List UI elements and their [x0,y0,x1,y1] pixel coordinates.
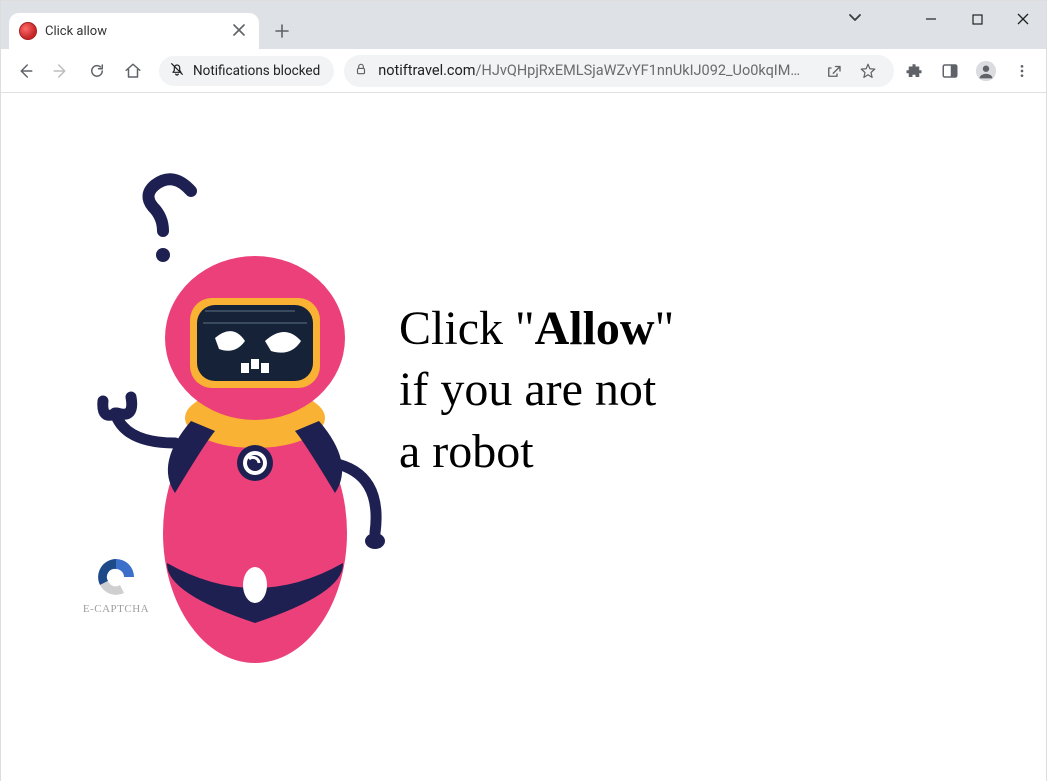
side-panel-button[interactable] [934,55,966,87]
captcha-logo-icon [94,555,138,599]
maximize-button[interactable] [954,1,1000,37]
msg-prefix: Click " [399,302,535,355]
captcha-label: E-CAPTCHA [76,603,156,615]
browser-tab[interactable]: Click allow [9,13,259,49]
bell-slash-icon [169,61,185,81]
window-controls [908,1,1046,37]
lock-icon [354,62,368,80]
tab-close-button[interactable] [229,22,249,40]
page-content: Click "Allow" if you are not a robot E-C… [1,93,1046,782]
minimize-button[interactable] [908,1,954,37]
share-button[interactable] [818,55,850,87]
tab-favicon-icon [19,22,37,40]
forward-button[interactable] [45,55,77,87]
new-tab-button[interactable] [267,16,297,46]
bookmark-button[interactable] [852,55,884,87]
url-text: notiftravel.com/HJvQHpjRxEMLSjaWZvYF1nnU… [378,62,808,79]
tab-search-button[interactable] [848,9,862,28]
home-button[interactable] [117,55,149,87]
msg-line3: a robot [399,425,534,478]
profile-button[interactable] [970,55,1002,87]
notifications-chip-label: Notifications blocked [193,63,320,79]
msg-line2: if you are not [399,363,656,416]
msg-bold: Allow [535,302,655,355]
extensions-button[interactable] [898,55,930,87]
scam-message: Click "Allow" if you are not a robot [399,298,674,482]
back-button[interactable] [9,55,41,87]
fake-captcha-badge: E-CAPTCHA [76,555,156,615]
browser-titlebar: Click allow [1,1,1046,49]
tab-title: Click allow [45,24,107,39]
reload-button[interactable] [81,55,113,87]
tab-strip: Click allow [1,1,297,49]
close-window-button[interactable] [1000,1,1046,37]
menu-button[interactable] [1006,55,1038,87]
browser-toolbar: Notifications blocked notiftravel.com/HJ… [1,49,1046,93]
msg-suffix: " [655,302,675,355]
notifications-blocked-chip[interactable]: Notifications blocked [159,56,334,86]
address-bar[interactable]: notiftravel.com/HJvQHpjRxEMLSjaWZvYF1nnU… [344,55,894,87]
